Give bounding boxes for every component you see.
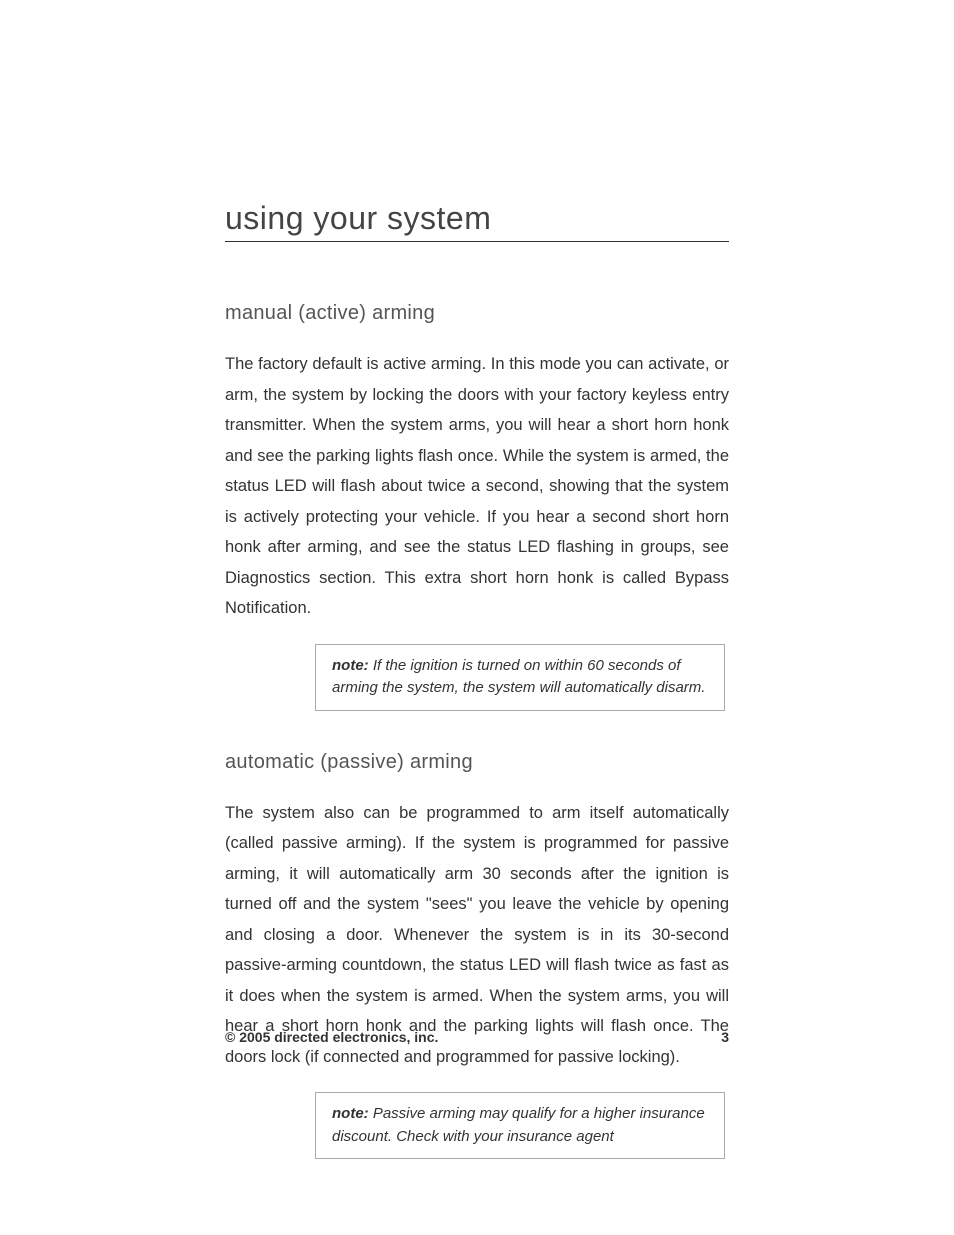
note-2-label: note: (332, 1105, 369, 1122)
note-1-content: note: If the ignition is turned on withi… (332, 657, 705, 697)
note-1-text: If the ignition is turned on within 60 s… (332, 657, 705, 697)
page-content: using your system manual (active) arming… (0, 0, 954, 1159)
note-2-text: Passive arming may qualify for a higher … (332, 1105, 705, 1145)
note-2-content: note: Passive arming may qualify for a h… (332, 1105, 705, 1145)
page-footer: © 2005 directed electronics, inc. 3 (225, 1029, 729, 1045)
note-box-2: note: Passive arming may qualify for a h… (315, 1092, 725, 1159)
section-1-body: The factory default is active arming. In… (225, 349, 729, 624)
copyright-text: © 2005 directed electronics, inc. (225, 1029, 438, 1045)
section-1-title: manual (active) arming (225, 302, 729, 325)
note-box-1: note: If the ignition is turned on withi… (315, 644, 725, 711)
main-heading: using your system (225, 200, 729, 242)
note-1-label: note: (332, 657, 369, 674)
page-number: 3 (721, 1029, 729, 1045)
section-2-title: automatic (passive) arming (225, 751, 729, 774)
